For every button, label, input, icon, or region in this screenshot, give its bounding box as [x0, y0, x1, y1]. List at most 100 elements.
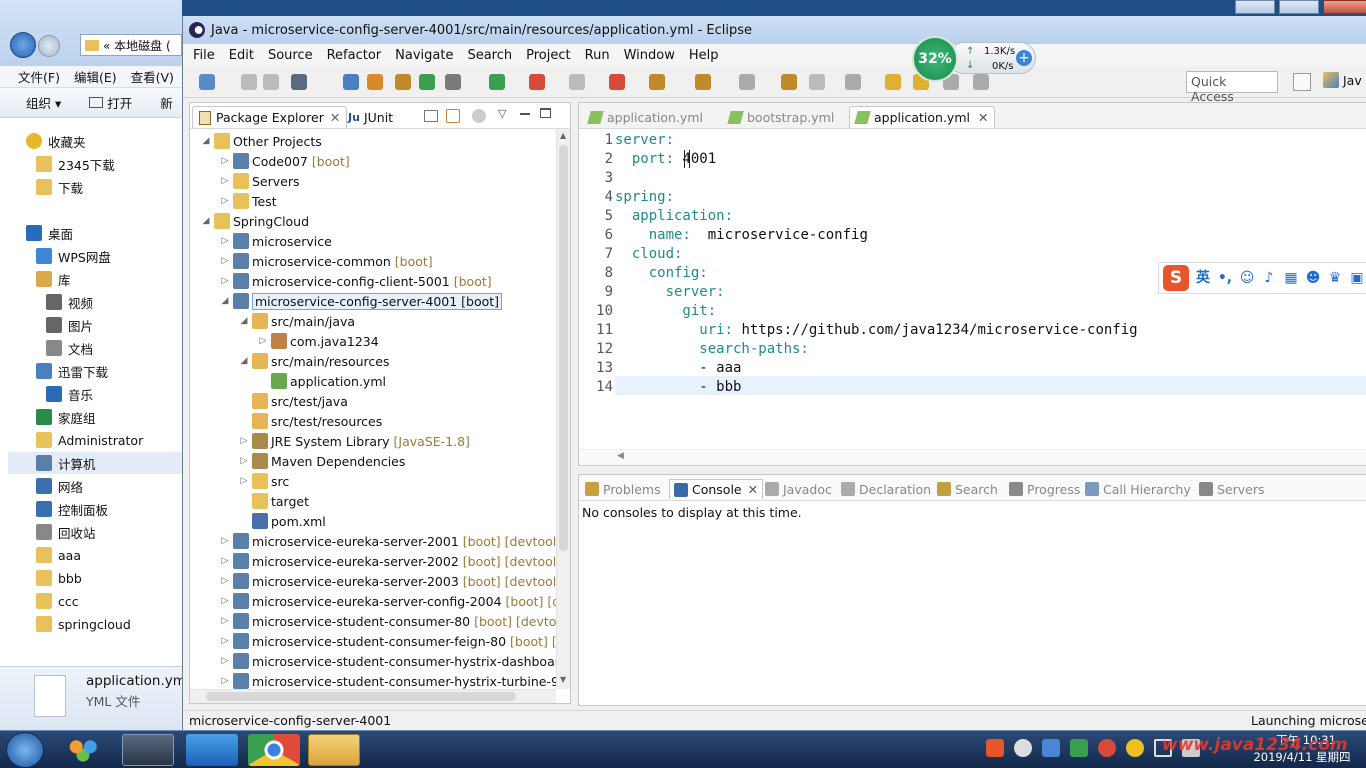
nav-item[interactable]: Administrator: [36, 429, 143, 451]
toolbox-icon[interactable]: ▣: [1349, 270, 1365, 286]
collapsed-arrow-icon[interactable]: ▷: [219, 636, 231, 646]
code-line[interactable]: - aaa: [615, 359, 741, 378]
tree-item[interactable]: src/test/java: [238, 391, 348, 411]
minimize-button[interactable]: [1235, 0, 1275, 14]
code-line[interactable]: server:: [615, 131, 674, 150]
tab-console[interactable]: Console ✕: [669, 479, 764, 499]
collapsed-arrow-icon[interactable]: ▷: [219, 676, 231, 686]
collapsed-arrow-icon[interactable]: ▷: [219, 616, 231, 626]
toolbar-button-icon[interactable]: [781, 74, 797, 90]
tree-item[interactable]: ◢ microservice-config-server-4001 [boot]: [219, 291, 503, 311]
link-editor-icon[interactable]: [446, 109, 460, 123]
editor-tab[interactable]: application.yml: [583, 106, 709, 128]
skin-icon[interactable]: ♛: [1327, 270, 1343, 286]
collapsed-arrow-icon[interactable]: ▷: [219, 656, 231, 666]
code-line[interactable]: - bbb: [615, 378, 741, 397]
scroll-down-icon[interactable]: ▼: [560, 675, 566, 684]
forward-button[interactable]: [38, 35, 60, 57]
quick-access-input[interactable]: Quick Access: [1186, 71, 1278, 104]
toolbar-button-icon[interactable]: [445, 74, 461, 90]
nav-item[interactable]: 计算机: [8, 452, 182, 474]
expanded-arrow-icon[interactable]: ◢: [238, 316, 250, 326]
tree-item[interactable]: ▷ com.java1234: [257, 331, 379, 351]
toolbar-button-icon[interactable]: [241, 74, 257, 90]
tab-package-explorer[interactable]: Package Explorer ✕: [192, 106, 348, 128]
code-line[interactable]: application:: [615, 207, 733, 226]
address-bar[interactable]: « 本地磁盘 (: [80, 34, 182, 56]
emoji-icon[interactable]: ☺: [1239, 270, 1255, 286]
tree-item[interactable]: ▷ microservice-common [boot]: [219, 251, 433, 271]
menu-help[interactable]: Help: [689, 48, 719, 63]
editor-horizontal-scrollbar[interactable]: ◀: [579, 449, 1366, 465]
tab-javadoc[interactable]: Javadoc: [765, 479, 832, 499]
code-line[interactable]: name: microservice-config: [615, 226, 868, 245]
collapsed-arrow-icon[interactable]: ▷: [219, 556, 231, 566]
tree-item[interactable]: ▷ Maven Dependencies: [238, 451, 405, 471]
collapsed-arrow-icon[interactable]: ▷: [219, 236, 231, 246]
code-line[interactable]: server:: [615, 283, 725, 302]
tab-search[interactable]: Search: [937, 479, 998, 499]
nav-item[interactable]: 库: [36, 268, 71, 290]
tray-network-icon[interactable]: [1042, 739, 1060, 757]
nav-item[interactable]: 网络: [36, 475, 83, 497]
tab-servers[interactable]: Servers: [1199, 479, 1265, 499]
toolbar-button-icon[interactable]: [809, 74, 825, 90]
collapsed-arrow-icon[interactable]: ▷: [219, 576, 231, 586]
tree-item[interactable]: ▷ microservice-student-consumer-feign-80[…: [219, 631, 556, 651]
toolbar-button-icon[interactable]: [739, 74, 755, 90]
close-icon[interactable]: ✕: [978, 110, 988, 125]
punctuation-icon[interactable]: •,: [1217, 270, 1233, 286]
menu-edit[interactable]: 编辑(E): [74, 67, 117, 86]
expanded-arrow-icon[interactable]: ◢: [200, 216, 212, 226]
tree-item[interactable]: ▷ microservice-student-consumer-hystrix-t…: [219, 671, 556, 689]
close-button[interactable]: [1323, 0, 1366, 14]
toolbar-button-icon[interactable]: [367, 74, 383, 90]
keyboard-icon[interactable]: ▦: [1283, 270, 1299, 286]
tab-junit[interactable]: Ju JUnit: [342, 106, 399, 128]
code-line[interactable]: uri: https://github.com/java1234/microse…: [615, 321, 1137, 340]
tree-item[interactable]: ▷ microservice-eureka-server-2001 [boot] […: [219, 531, 556, 551]
menu-navigate[interactable]: Navigate: [395, 48, 453, 63]
tray-plus-icon[interactable]: [1126, 739, 1144, 757]
collapsed-arrow-icon[interactable]: ▷: [219, 536, 231, 546]
menu-window[interactable]: Window: [624, 48, 675, 63]
tree-item[interactable]: ▷ microservice-config-client-5001 [boot]: [219, 271, 492, 291]
code-line[interactable]: port: 4001: [615, 150, 716, 169]
tab-call-hierarchy[interactable]: Call Hierarchy: [1085, 479, 1191, 499]
nav-item[interactable]: WPS网盘: [36, 245, 111, 267]
toolbar-button-icon[interactable]: [695, 74, 711, 90]
toolbar-button-icon[interactable]: [845, 74, 861, 90]
network-meter-widget[interactable]: 32% ↑ ↓ 1.3K/s 0K/s +: [912, 36, 1040, 82]
collapsed-arrow-icon[interactable]: ▷: [257, 336, 269, 346]
tree-horizontal-scrollbar[interactable]: [190, 689, 556, 703]
close-icon[interactable]: ✕: [748, 482, 758, 497]
toolbar-button-icon[interactable]: [609, 74, 625, 90]
collapsed-arrow-icon[interactable]: ▷: [219, 596, 231, 606]
toolbar-button-icon[interactable]: [263, 74, 279, 90]
toolbar-button-icon[interactable]: [291, 74, 307, 90]
tree-item[interactable]: ▷ microservice-student-consumer-hystrix-d…: [219, 651, 556, 671]
editor-tab[interactable]: application.yml ✕: [849, 106, 996, 128]
tree-item[interactable]: pom.xml: [238, 511, 326, 531]
tree-item[interactable]: ▷ microservice: [219, 231, 332, 251]
expanded-arrow-icon[interactable]: ◢: [238, 356, 250, 366]
nav-item[interactable]: aaa: [36, 544, 81, 566]
ime-language-toggle[interactable]: 英: [1195, 270, 1211, 286]
tree-item[interactable]: ▷ microservice-eureka-server-2002 [boot] […: [219, 551, 556, 571]
menu-source[interactable]: Source: [268, 48, 313, 63]
menu-edit[interactable]: Edit: [229, 48, 254, 63]
taskbar-chrome-icon[interactable]: [248, 734, 300, 766]
tree-item[interactable]: ◢ SpringCloud: [200, 211, 309, 231]
tray-cloud-icon[interactable]: [1014, 739, 1032, 757]
sogou-logo-icon[interactable]: S: [1163, 265, 1189, 291]
tree-item[interactable]: ▷ JRE System Library [JavaSE-1.8]: [238, 431, 470, 451]
scrollbar-thumb[interactable]: [559, 145, 568, 551]
nav-item[interactable]: bbb: [36, 567, 82, 589]
nav-item[interactable]: 收藏夹: [26, 130, 86, 152]
tree-item[interactable]: ▷ Servers: [219, 171, 300, 191]
scroll-up-icon[interactable]: ▲: [560, 131, 566, 140]
taskbar-wps-icon[interactable]: [186, 734, 238, 766]
tree-item[interactable]: ▷ Code007 [boot]: [219, 151, 350, 171]
nav-item[interactable]: 文档: [46, 337, 93, 359]
code-line[interactable]: config:: [615, 264, 708, 283]
